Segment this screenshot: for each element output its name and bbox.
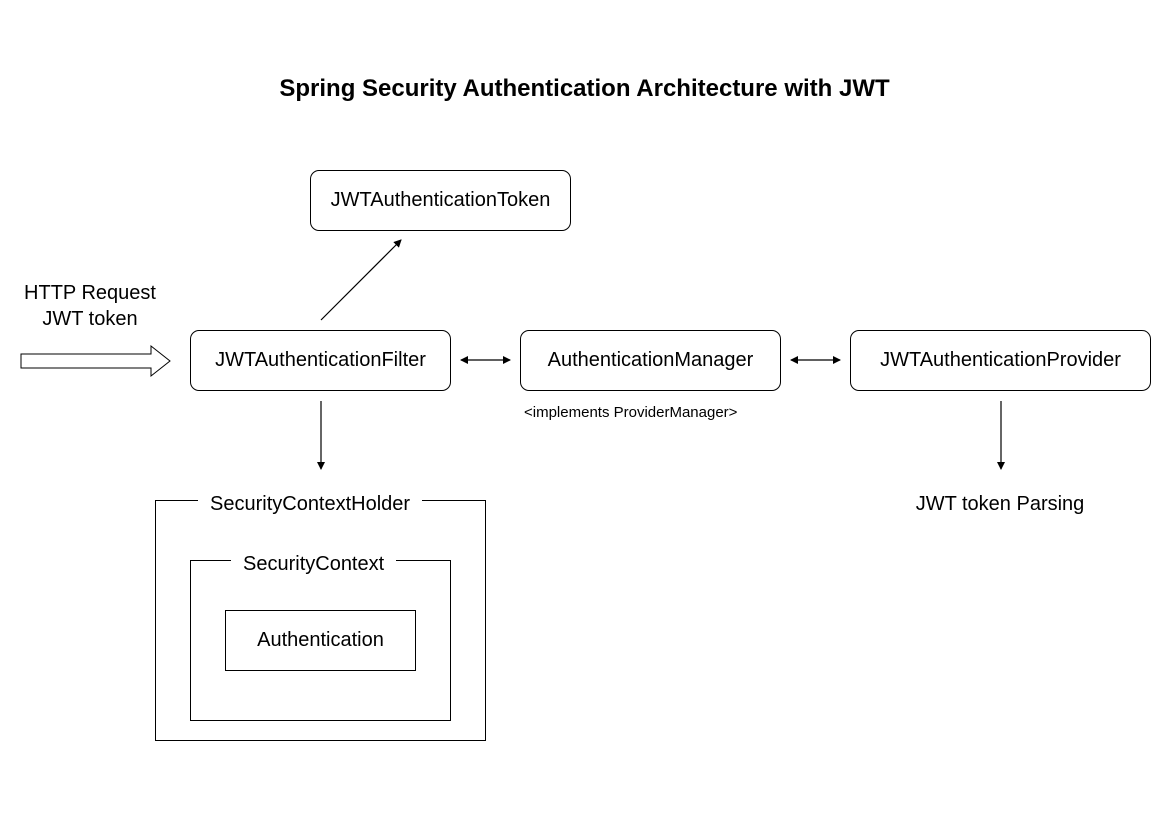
jwt-authentication-provider-node: JWTAuthenticationProvider <box>850 330 1151 391</box>
authentication-box: Authentication <box>225 610 416 671</box>
jwt-authentication-filter-label: JWTAuthenticationFilter <box>215 349 426 371</box>
request-input-arrow <box>20 344 171 378</box>
jwt-token-parsing-label: JWT token Parsing <box>915 493 1085 515</box>
manager-implements-note: <implements ProviderManager> <box>524 404 738 421</box>
security-context-holder-label: SecurityContextHolder <box>198 492 423 516</box>
security-context-label: SecurityContext <box>231 552 397 576</box>
http-request-line1: HTTP Request <box>24 282 156 304</box>
jwt-authentication-token-label: JWTAuthenticationToken <box>330 189 551 211</box>
http-request-label: HTTP Request JWT token <box>10 280 170 332</box>
jwt-authentication-provider-label: JWTAuthenticationProvider <box>880 349 1121 371</box>
jwt-authentication-token-node: JWTAuthenticationToken <box>310 170 571 231</box>
authentication-label: Authentication <box>257 629 384 651</box>
filter-to-token-arrow <box>320 239 402 321</box>
authentication-manager-node: AuthenticationManager <box>520 330 781 391</box>
jwt-authentication-filter-node: JWTAuthenticationFilter <box>190 330 451 391</box>
authentication-manager-label: AuthenticationManager <box>547 349 754 371</box>
http-request-line2: JWT token <box>42 308 138 330</box>
